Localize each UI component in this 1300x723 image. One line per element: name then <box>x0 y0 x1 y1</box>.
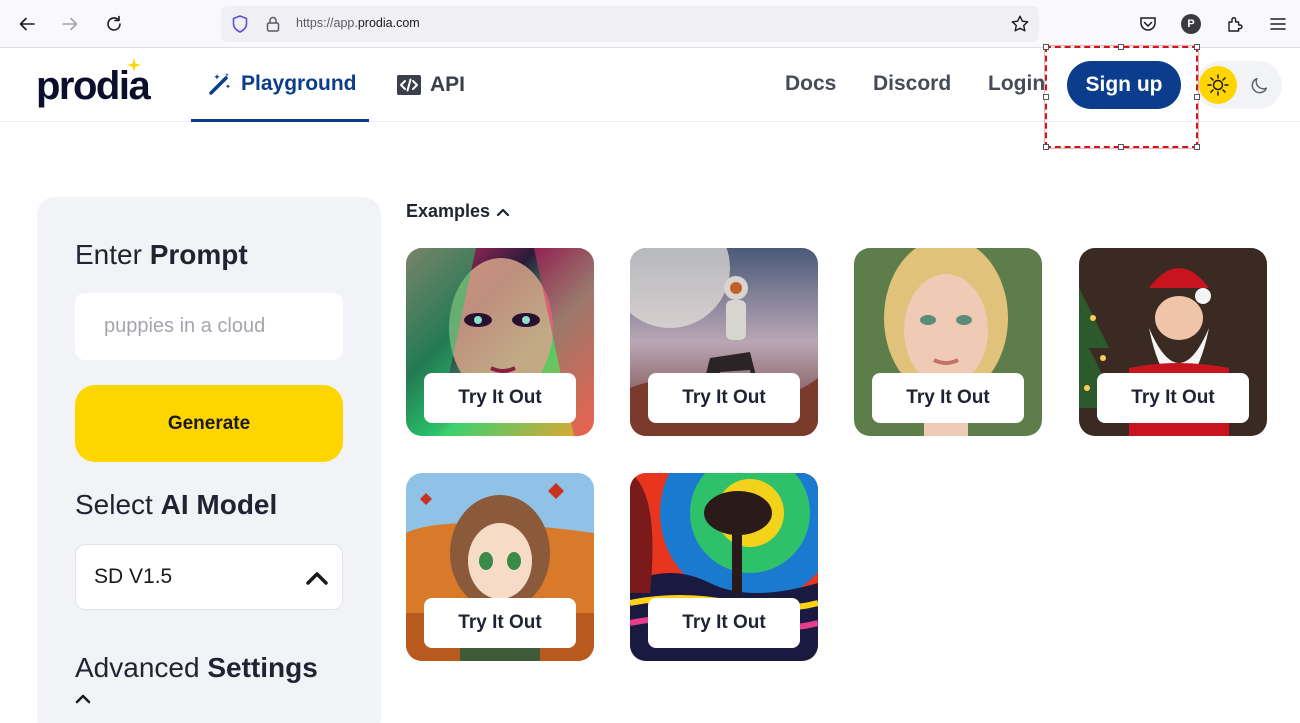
example-card-psychedelic-tree[interactable]: Try It Out <box>630 473 818 661</box>
sun-icon[interactable] <box>1199 66 1237 104</box>
tab-playground-label: Playground <box>241 71 357 95</box>
address-bar[interactable]: https://app.prodia.com <box>221 6 1039 42</box>
pocket-icon[interactable] <box>1136 12 1160 36</box>
tab-api[interactable]: API <box>396 48 465 122</box>
back-arrow-icon[interactable] <box>13 10 41 38</box>
advanced-settings-heading[interactable]: Advanced Settings <box>75 652 318 684</box>
try-it-out-button[interactable]: Try It Out <box>872 373 1024 423</box>
menu-icon[interactable] <box>1266 12 1290 36</box>
prodia-logo[interactable]: prodia <box>36 66 151 106</box>
browser-toolbar: https://app.prodia.com P <box>0 0 1300 48</box>
chevron-up-icon <box>306 572 328 585</box>
forward-arrow-icon[interactable] <box>56 10 84 38</box>
example-card-astronaut-horse[interactable]: Try It Out <box>630 248 818 436</box>
try-it-out-button[interactable]: Try It Out <box>1097 373 1249 423</box>
sparkle-icon <box>127 58 141 72</box>
model-select[interactable]: SD V1.5 <box>75 544 343 610</box>
prompt-heading: Enter Prompt <box>75 239 248 270</box>
theme-toggle[interactable] <box>1196 61 1282 109</box>
selection-highlight <box>1043 44 1200 150</box>
example-card-anime-autumn-girl[interactable]: Try It Out <box>406 473 594 661</box>
example-card-santa[interactable]: Try It Out <box>1079 248 1267 436</box>
profile-avatar[interactable]: P <box>1179 12 1203 36</box>
magic-wand-icon <box>209 72 231 95</box>
docs-link[interactable]: Docs <box>785 72 836 96</box>
url-text: https://app.prodia.com <box>296 16 420 30</box>
shield-icon[interactable] <box>230 14 250 34</box>
chevron-up-icon <box>496 208 510 216</box>
extensions-icon[interactable] <box>1223 12 1247 36</box>
model-select-value: SD V1.5 <box>94 565 173 588</box>
moon-icon[interactable] <box>1246 71 1274 99</box>
try-it-out-button[interactable]: Try It Out <box>648 373 800 423</box>
chevron-up-icon[interactable] <box>75 693 91 705</box>
generate-button[interactable]: Generate <box>75 385 343 462</box>
examples-title: Examples <box>406 201 491 221</box>
code-icon <box>397 75 421 95</box>
discord-link[interactable]: Discord <box>873 72 951 96</box>
tab-api-label: API <box>430 73 466 96</box>
tab-playground[interactable]: Playground <box>191 48 369 122</box>
example-card-neon-woman[interactable]: Try It Out <box>406 248 594 436</box>
try-it-out-button[interactable]: Try It Out <box>424 373 576 423</box>
prompt-input[interactable] <box>75 293 343 360</box>
example-card-blonde-portrait[interactable]: Try It Out <box>854 248 1042 436</box>
examples-toggle[interactable]: Examples <box>406 201 510 222</box>
model-heading: Select AI Model <box>75 489 278 520</box>
try-it-out-button[interactable]: Try It Out <box>424 598 576 648</box>
try-it-out-button[interactable]: Try It Out <box>648 598 800 648</box>
reload-icon[interactable] <box>100 10 128 38</box>
login-link[interactable]: Login <box>988 72 1045 96</box>
generation-sidebar: Enter Prompt Generate Select AI Model SD… <box>37 197 381 723</box>
bookmark-star-icon[interactable] <box>1010 14 1030 34</box>
lock-icon[interactable] <box>263 14 283 34</box>
